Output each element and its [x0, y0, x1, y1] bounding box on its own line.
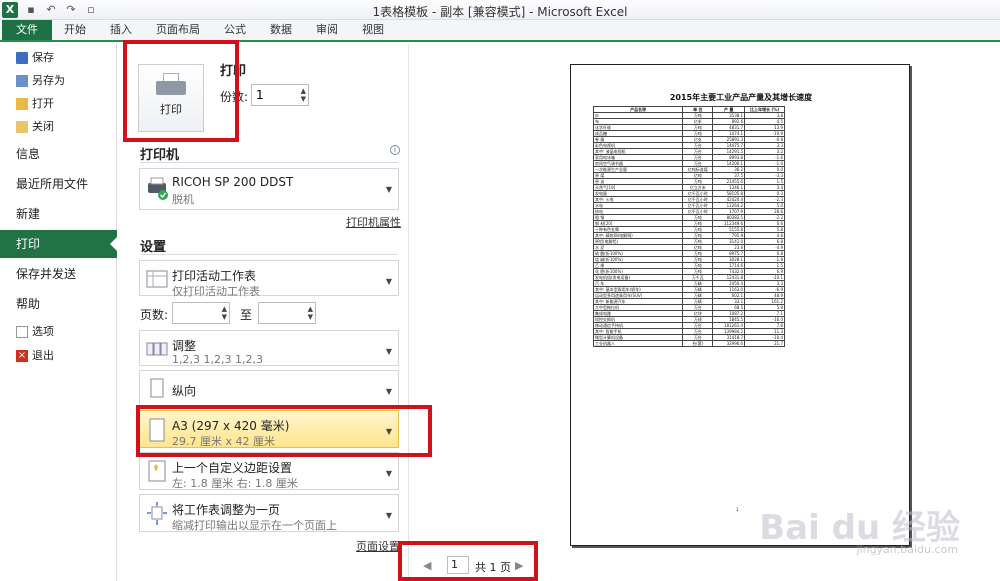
- page-setup-link[interactable]: 页面设置: [356, 538, 400, 554]
- tab-data[interactable]: 数据: [258, 20, 304, 40]
- chevron-down-icon: ▼: [385, 469, 392, 478]
- tab-insert[interactable]: 插入: [98, 20, 144, 40]
- preview-page: 2015年主要工业产品产量及其增长速度 产品名称 单 位 产 量 比上年增长 (…: [570, 64, 910, 546]
- chevron-down-icon: ▼: [385, 277, 392, 286]
- page-number: 1: [736, 507, 739, 512]
- growth-cell: 21.7: [744, 340, 785, 347]
- annotation-box-pager: [398, 541, 538, 581]
- orientation-dropdown[interactable]: 纵向 ▼: [139, 370, 399, 406]
- margins-icon: [148, 460, 166, 482]
- scaling-dropdown[interactable]: 将工作表调整为一页 缩减打印输出以显示在一个页面上 ▼: [139, 494, 399, 532]
- nav-help[interactable]: 帮助: [0, 290, 117, 318]
- tab-review[interactable]: 审阅: [304, 20, 350, 40]
- nav-close[interactable]: 关闭: [0, 117, 117, 137]
- nav-new[interactable]: 新建: [0, 200, 117, 228]
- tab-formulas[interactable]: 公式: [212, 20, 258, 40]
- nav-save[interactable]: 保存: [0, 48, 117, 68]
- collate-icon: [146, 342, 168, 356]
- nav-exit[interactable]: × 退出: [0, 346, 117, 366]
- chevron-down-icon: ▼: [385, 511, 392, 520]
- save-icon: [16, 52, 28, 64]
- folder-open-icon: [16, 98, 28, 110]
- chevron-down-icon: ▼: [385, 387, 392, 396]
- annotation-box-print-button: [123, 40, 239, 142]
- tab-file[interactable]: 文件: [2, 20, 52, 40]
- product-cell: 工业机器人: [592, 340, 684, 347]
- spin-arrows-icon[interactable]: ▲ ▼: [308, 305, 313, 321]
- worksheet-icon: [146, 270, 168, 288]
- pages-from-stepper[interactable]: ▲ ▼: [172, 302, 230, 324]
- unit-cell: 台(套): [682, 340, 714, 347]
- spin-arrows-icon[interactable]: ▲ ▼: [222, 305, 227, 321]
- output-cell: 32996.0: [712, 340, 746, 347]
- pages-to-stepper[interactable]: ▲ ▼: [258, 302, 316, 324]
- baidu-watermark: Bai du 经验: [759, 508, 960, 548]
- chevron-down-icon: ▼: [385, 185, 392, 194]
- tab-view[interactable]: 视图: [350, 20, 396, 40]
- copies-stepper[interactable]: ▲▼: [251, 84, 309, 106]
- copies-input[interactable]: [252, 85, 296, 105]
- info-icon[interactable]: i: [390, 145, 400, 155]
- save-as-icon: [16, 75, 28, 87]
- printer-icon: [148, 177, 168, 200]
- printer-properties-link[interactable]: 打印机属性: [346, 214, 401, 230]
- printer-dropdown[interactable]: RICOH SP 200 DDST 脱机 ▼: [139, 168, 399, 210]
- chevron-down-icon: ▼: [385, 347, 392, 356]
- ribbon-tabs: 文件 开始 插入 页面布局 公式 数据 审阅 视图: [0, 20, 1000, 42]
- pages-to-input[interactable]: [259, 303, 303, 323]
- nav-save-send[interactable]: 保存并发送: [0, 260, 117, 288]
- settings-section-title: 设置: [140, 240, 167, 255]
- table-row: 工业机器人 台(套) 32996.0 21.7: [592, 340, 785, 347]
- portrait-page-icon: [150, 378, 164, 398]
- window-title: 1表格模板 - 副本 [兼容模式] - Microsoft Excel: [372, 5, 628, 19]
- spin-arrows-icon[interactable]: ▲ ▼: [301, 87, 306, 103]
- tab-home[interactable]: 开始: [52, 20, 98, 40]
- nav-options[interactable]: 选项: [0, 322, 117, 342]
- fit-to-page-icon: [147, 502, 167, 525]
- pages-from-input[interactable]: [173, 303, 217, 323]
- collate-dropdown[interactable]: 调整 1,2,3 1,2,3 1,2,3 ▼: [139, 330, 399, 366]
- options-icon: [16, 326, 28, 338]
- annotation-box-paper-size: [136, 405, 432, 457]
- backstage-nav: 保存 另存为 打开 关闭 信息 最近所用文件 新建 打印 保存并发送 帮助 选项…: [0, 44, 118, 581]
- printer-section-title: 打印机: [140, 148, 180, 163]
- exit-icon: ×: [16, 350, 28, 362]
- folder-close-icon: [16, 121, 28, 133]
- nav-open[interactable]: 打开: [0, 94, 117, 114]
- nav-recent[interactable]: 最近所用文件: [0, 170, 117, 198]
- tab-page-layout[interactable]: 页面布局: [144, 20, 212, 40]
- preview-table: 产品名称 单 位 产 量 比上年增长 (%) 纱万吨 3538.1 3.8 布亿米 89…: [592, 106, 785, 347]
- baidu-watermark-url: jingyan.baidu.com: [856, 543, 958, 556]
- preview-table-body: 纱万吨 3538.1 3.8 布亿米 892.6 4.5 化学纤维 万吨 4831.7 13.9 成…: [592, 112, 785, 347]
- margins-dropdown[interactable]: 上一个自定义边距设置 左: 1.8 厘米 右: 1.8 厘米 ▼: [139, 452, 399, 490]
- print-what-dropdown[interactable]: 打印活动工作表 仅打印活动工作表 ▼: [139, 260, 399, 298]
- nav-print[interactable]: 打印: [0, 230, 118, 258]
- document-title: 2015年主要工业产品产量及其增长速度: [669, 93, 813, 102]
- pages-range: 页数: ▲ ▼ 至 ▲ ▼: [140, 302, 400, 324]
- column-header: 比上年增长 (%): [744, 106, 785, 113]
- title-bar: X ▪ ↶ ↷ ▫ 1表格模板 - 副本 [兼容模式] - Microsoft …: [0, 0, 1000, 20]
- nav-save-as[interactable]: 另存为: [0, 71, 117, 91]
- nav-info[interactable]: 信息: [0, 140, 117, 168]
